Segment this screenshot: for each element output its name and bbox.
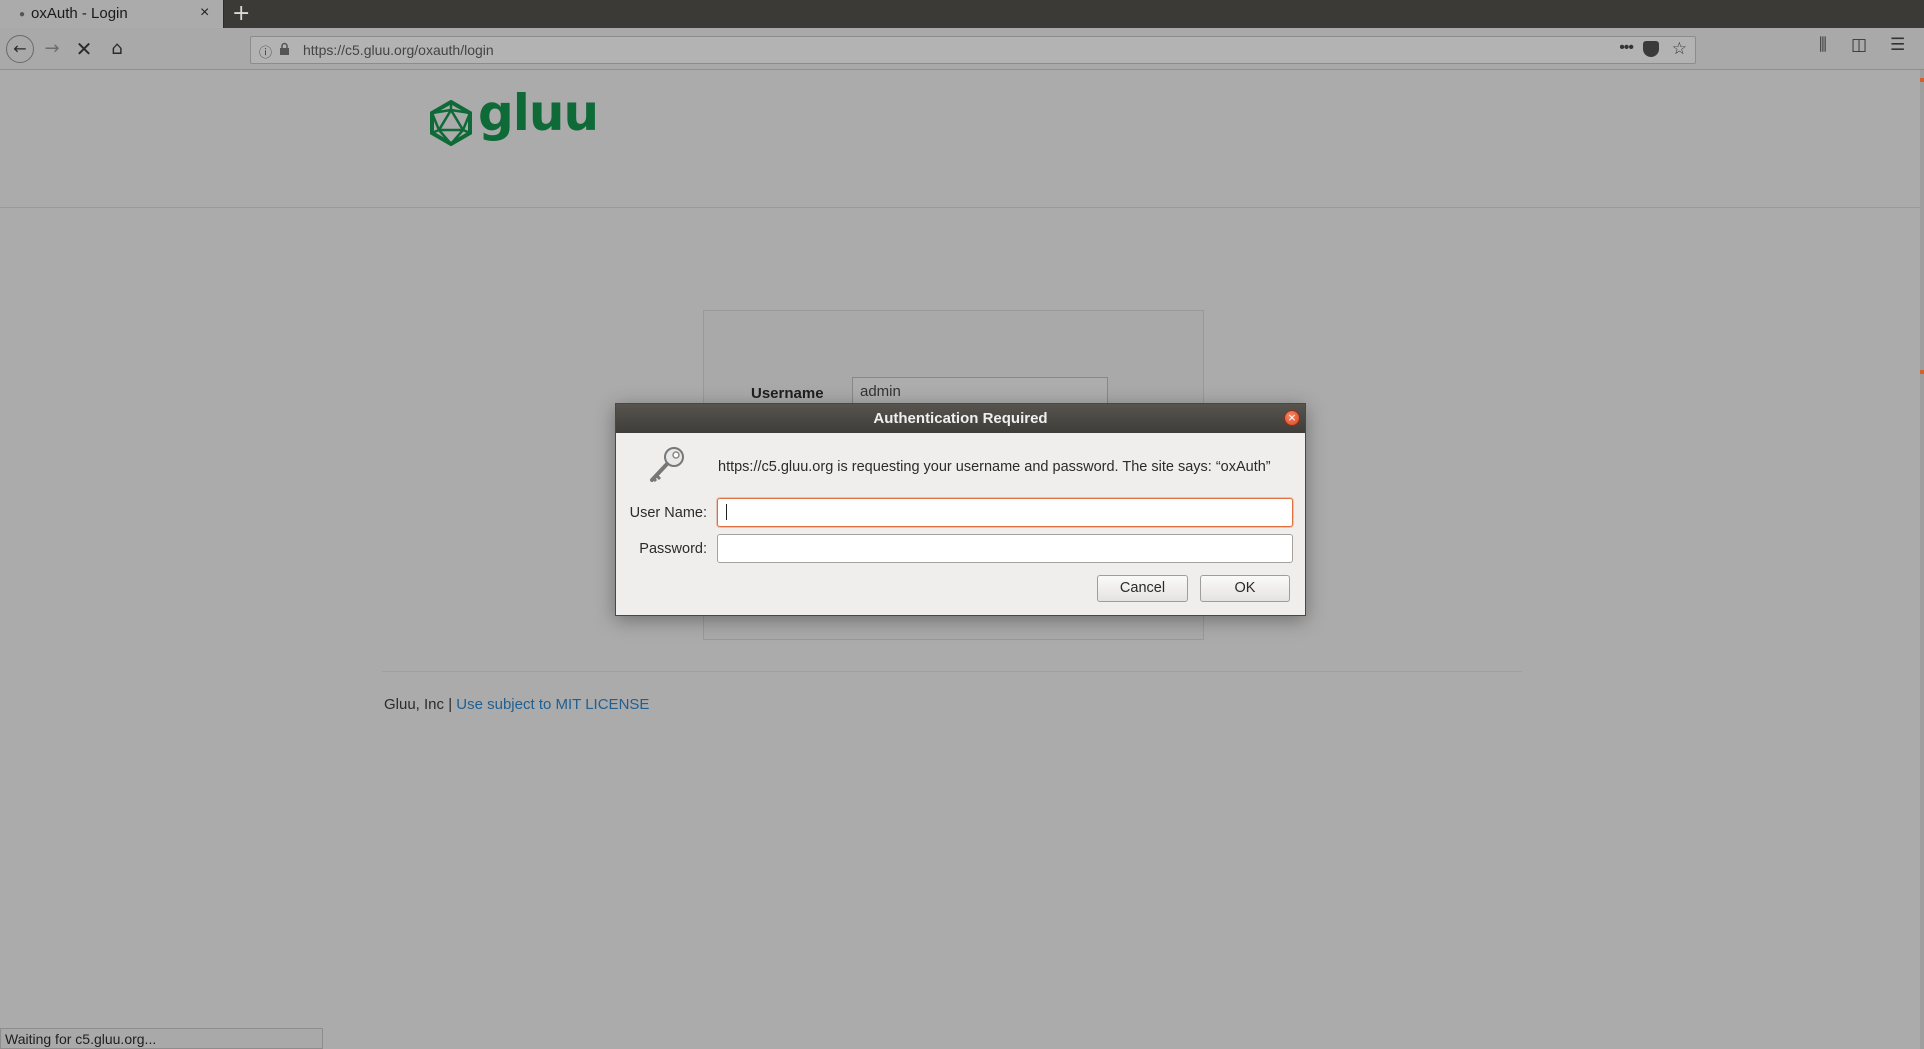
dialog-title: Authentication Required [873,410,1048,427]
footer: Gluu, Inc | Use subject to MIT LICENSE [384,696,649,713]
footer-divider [382,671,1522,672]
tab-close-icon[interactable]: × [200,4,209,22]
mit-license-link[interactable]: Use subject to MIT LICENSE [456,696,649,713]
tab-title: oxAuth - Login [31,5,128,22]
tab-bar: ● oxAuth - Login × + [0,0,1924,28]
sidebar-toggle-icon[interactable]: ◫ [1851,35,1867,55]
dialog-message: https://c5.gluu.org is requesting your u… [718,459,1271,475]
arrow-right-icon: → [44,38,60,59]
menu-icon[interactable]: ☰ [1890,35,1905,55]
back-button[interactable]: ← [6,35,34,63]
lock-icon[interactable] [279,42,290,56]
gluu-logo: gluu [428,84,599,148]
cancel-button[interactable]: Cancel [1097,575,1188,602]
status-bar: Waiting for c5.gluu.org... [0,1028,323,1049]
arrow-left-icon: ← [13,39,27,58]
scrollbar[interactable] [1920,70,1924,1049]
tab-oxauth-login[interactable]: ● oxAuth - Login × [0,0,224,28]
text-caret [726,504,727,520]
close-icon: ✕ [75,37,93,61]
icosahedron-logo-icon [430,100,472,146]
dialog-close-button[interactable]: × [1284,410,1300,426]
footer-separator: | [448,696,453,713]
ok-button[interactable]: OK [1200,575,1290,602]
authentication-dialog: Authentication Required × https://c5.glu… [615,403,1306,616]
home-icon: ⌂ [111,38,123,59]
page-actions-icon[interactable]: ••• [1619,39,1634,57]
pocket-icon[interactable] [1643,41,1659,57]
tab-loading-dot-icon: ● [19,9,26,20]
page-header: gluu [0,70,1920,208]
footer-company: Gluu, Inc [384,696,445,713]
bookmark-star-icon[interactable]: ☆ [1672,39,1687,59]
key-icon [650,447,684,483]
password-field[interactable] [717,534,1293,563]
new-tab-button[interactable]: + [232,1,250,26]
dialog-titlebar[interactable]: Authentication Required × [616,404,1305,433]
logo-text: gluu [478,84,599,142]
stop-button[interactable]: ✕ [70,35,98,63]
url-bar[interactable]: ⓘ https://c5.gluu.org/oxauth/login ••• ☆ [250,36,1696,64]
password-field-label: Password: [639,541,707,557]
username-field[interactable] [717,498,1293,527]
url-text[interactable]: https://c5.gluu.org/oxauth/login [303,42,494,58]
username-field-label: User Name: [629,505,707,521]
library-icon[interactable]: ⫼ [1819,35,1827,55]
info-icon[interactable]: ⓘ [259,42,272,61]
home-button[interactable]: ⌂ [103,35,131,63]
username-label: Username [751,385,824,402]
forward-button[interactable]: → [38,35,66,63]
